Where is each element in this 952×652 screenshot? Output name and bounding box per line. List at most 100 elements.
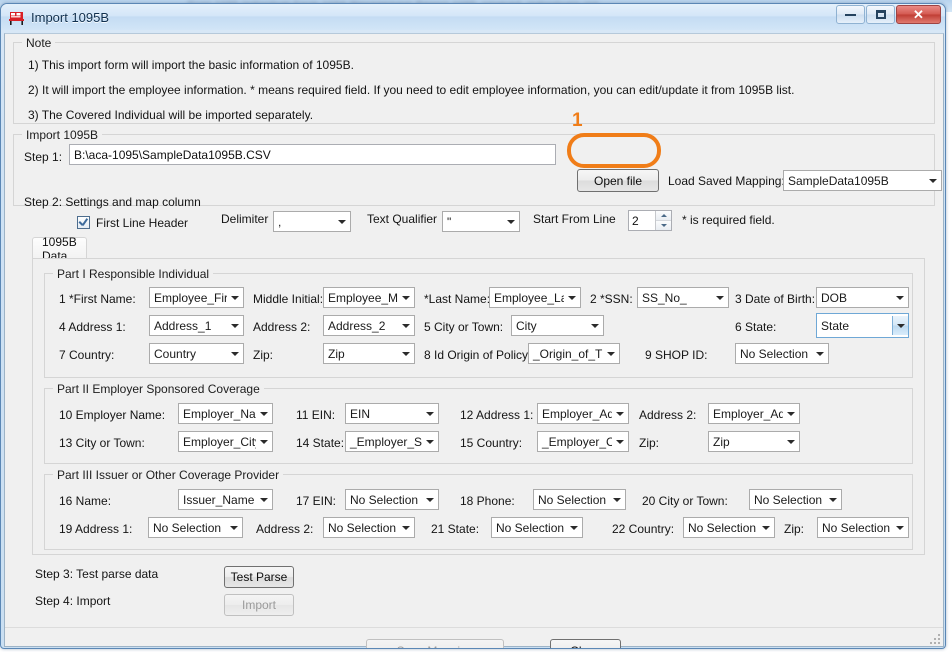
part3-label-address2: Address 2: bbox=[256, 522, 313, 536]
part2-label-state: 14 State: bbox=[296, 436, 344, 450]
part3-combo-address1[interactable]: No Selection bbox=[148, 517, 243, 538]
part1-combo-middle-initial[interactable]: Employee_Midd bbox=[323, 287, 415, 308]
part3-combo-country[interactable]: No Selection bbox=[683, 517, 775, 538]
close-button[interactable]: Close bbox=[550, 639, 621, 649]
maximize-button[interactable] bbox=[866, 5, 895, 24]
part1-label-ssn: 2 *SSN: bbox=[590, 292, 633, 306]
part2-combo-address2[interactable]: Employer_Addr bbox=[708, 403, 800, 424]
text-qualifier-combo[interactable]: " bbox=[442, 211, 520, 232]
chevron-down-icon bbox=[892, 288, 908, 307]
first-line-header-checkbox[interactable] bbox=[77, 216, 90, 229]
online-guide-link[interactable]: Click to view online guide or download s… bbox=[30, 646, 347, 649]
part1-combo-address1[interactable]: Address_1 bbox=[149, 315, 244, 336]
tab-control: 1095B Data Part I Responsible Individual… bbox=[32, 237, 925, 555]
file-path-input[interactable]: B:\aca-1095\SampleData1095B.CSV bbox=[69, 144, 556, 165]
part2-combo-country[interactable]: _Employer_Cour bbox=[537, 431, 629, 452]
part3-combo-ein[interactable]: No Selection bbox=[345, 489, 439, 510]
part2-label-city: 13 City or Town: bbox=[59, 436, 145, 450]
part3-combo-state[interactable]: No Selection bbox=[491, 517, 583, 538]
part3-value-city: No Selection bbox=[750, 493, 825, 507]
delimiter-value: , bbox=[274, 215, 334, 229]
chevron-down-icon bbox=[422, 432, 438, 451]
window-controls: ✕ bbox=[836, 5, 941, 24]
part1-label-last-name: *Last Name: bbox=[424, 292, 490, 306]
import-1095b-dialog: Import 1095B ✕ Note 1) This import form … bbox=[0, 3, 946, 649]
note-line-2: 2) It will import the employee informati… bbox=[28, 83, 794, 97]
part1-combo-first-name[interactable]: Employee_First_ bbox=[149, 287, 244, 308]
note-line-3: 3) The Covered Individual will be import… bbox=[28, 108, 313, 122]
part3-label-city: 20 City or Town: bbox=[642, 494, 728, 508]
stepper-buttons[interactable] bbox=[655, 211, 671, 230]
part3-combo-address2[interactable]: No Selection bbox=[323, 517, 415, 538]
part2-combo-state[interactable]: _Employer_State bbox=[345, 431, 439, 452]
text-qualifier-label: Text Qualifier bbox=[367, 212, 437, 226]
part2-label-employer-name: 10 Employer Name: bbox=[59, 408, 165, 422]
tab-1095b-data[interactable]: 1095B Data bbox=[32, 237, 87, 259]
saved-mapping-combo[interactable]: SampleData1095B bbox=[783, 170, 942, 191]
part1-value-first-name: Employee_First_ bbox=[150, 291, 227, 305]
part1-groupbox: Part I Responsible Individual 1 *First N… bbox=[44, 273, 913, 378]
test-parse-button[interactable]: Test Parse bbox=[224, 566, 294, 588]
part3-combo-name[interactable]: Issuer_Name bbox=[178, 489, 273, 510]
part3-value-country: No Selection bbox=[684, 521, 758, 535]
import-form-icon bbox=[8, 10, 26, 26]
resize-grip[interactable] bbox=[928, 632, 940, 644]
chevron-down-icon bbox=[925, 171, 941, 190]
part2-combo-city[interactable]: Employer_City bbox=[178, 431, 273, 452]
part2-value-ein: EIN bbox=[346, 407, 422, 421]
chevron-down-icon bbox=[398, 344, 414, 363]
part1-combo-city[interactable]: City bbox=[511, 315, 604, 336]
stepper-down-icon[interactable] bbox=[656, 221, 671, 230]
part1-value-city: City bbox=[512, 319, 587, 333]
part3-combo-phone[interactable]: No Selection bbox=[533, 489, 626, 510]
part1-label-country: 7 Country: bbox=[59, 348, 114, 362]
open-file-button[interactable]: Open file bbox=[577, 169, 659, 192]
chevron-down-icon bbox=[334, 212, 350, 231]
part2-label-ein: 11 EIN: bbox=[296, 408, 335, 422]
dialog-client-area: Note 1) This import form will import the… bbox=[4, 33, 944, 647]
part1-combo-last-name[interactable]: Employee_Last_ bbox=[489, 287, 581, 308]
footer-separator bbox=[5, 627, 943, 628]
part1-value-address2: Address_2 bbox=[324, 319, 398, 333]
part1-combo-country[interactable]: Country bbox=[149, 343, 244, 364]
part1-label-city: 5 City or Town: bbox=[424, 320, 503, 334]
part1-combo-ssn[interactable]: SS_No_ bbox=[637, 287, 729, 308]
part3-combo-city[interactable]: No Selection bbox=[749, 489, 842, 510]
chevron-down-icon bbox=[226, 518, 242, 537]
start-from-line-label: Start From Line bbox=[533, 212, 616, 226]
part1-label-dob: 3 Date of Birth: bbox=[735, 292, 815, 306]
part2-combo-address1[interactable]: Employer_Addre bbox=[537, 403, 629, 424]
part1-combo-address2[interactable]: Address_2 bbox=[323, 315, 415, 336]
part1-label-state: 6 State: bbox=[735, 320, 776, 334]
save-mapping-button[interactable]: Save Mapping bbox=[366, 639, 504, 649]
import-legend: Import 1095B bbox=[22, 128, 102, 142]
part2-value-country: _Employer_Cour bbox=[538, 435, 612, 449]
chevron-down-icon bbox=[398, 316, 414, 335]
part2-combo-employer-name[interactable]: Employer_Name bbox=[178, 403, 273, 424]
delimiter-combo[interactable]: , bbox=[273, 211, 351, 232]
part1-label-address2: Address 2: bbox=[253, 320, 310, 334]
delimiter-label: Delimiter bbox=[221, 212, 268, 226]
stepper-up-icon[interactable] bbox=[656, 211, 671, 221]
import-button[interactable]: Import bbox=[224, 594, 294, 616]
chevron-down-icon bbox=[256, 490, 272, 509]
part1-combo-state[interactable]: State bbox=[816, 313, 909, 338]
part3-combo-zip[interactable]: No Selection bbox=[817, 517, 909, 538]
part2-combo-ein[interactable]: EIN bbox=[345, 403, 439, 424]
note-groupbox: Note 1) This import form will import the… bbox=[13, 42, 935, 124]
part1-combo-origin-of-policy[interactable]: _Origin_of_The_ bbox=[528, 343, 620, 364]
chevron-down-icon bbox=[398, 288, 414, 307]
part1-combo-shop-id[interactable]: No Selection bbox=[735, 343, 829, 364]
part2-combo-zip[interactable]: Zip bbox=[708, 431, 800, 452]
part1-combo-zip[interactable]: Zip bbox=[323, 343, 415, 364]
part1-combo-dob[interactable]: DOB bbox=[816, 287, 909, 308]
start-from-line-stepper[interactable]: 2 bbox=[628, 210, 672, 231]
chevron-down-icon bbox=[564, 288, 580, 307]
part1-value-shop-id: No Selection bbox=[736, 347, 812, 361]
minimize-icon bbox=[845, 13, 856, 16]
part1-value-origin-of-policy: _Origin_of_The_ bbox=[529, 347, 603, 361]
close-window-button[interactable]: ✕ bbox=[896, 5, 941, 24]
part3-label-country: 22 Country: bbox=[612, 522, 674, 536]
minimize-button[interactable] bbox=[836, 5, 865, 24]
part3-label-address1: 19 Address 1: bbox=[59, 522, 132, 536]
